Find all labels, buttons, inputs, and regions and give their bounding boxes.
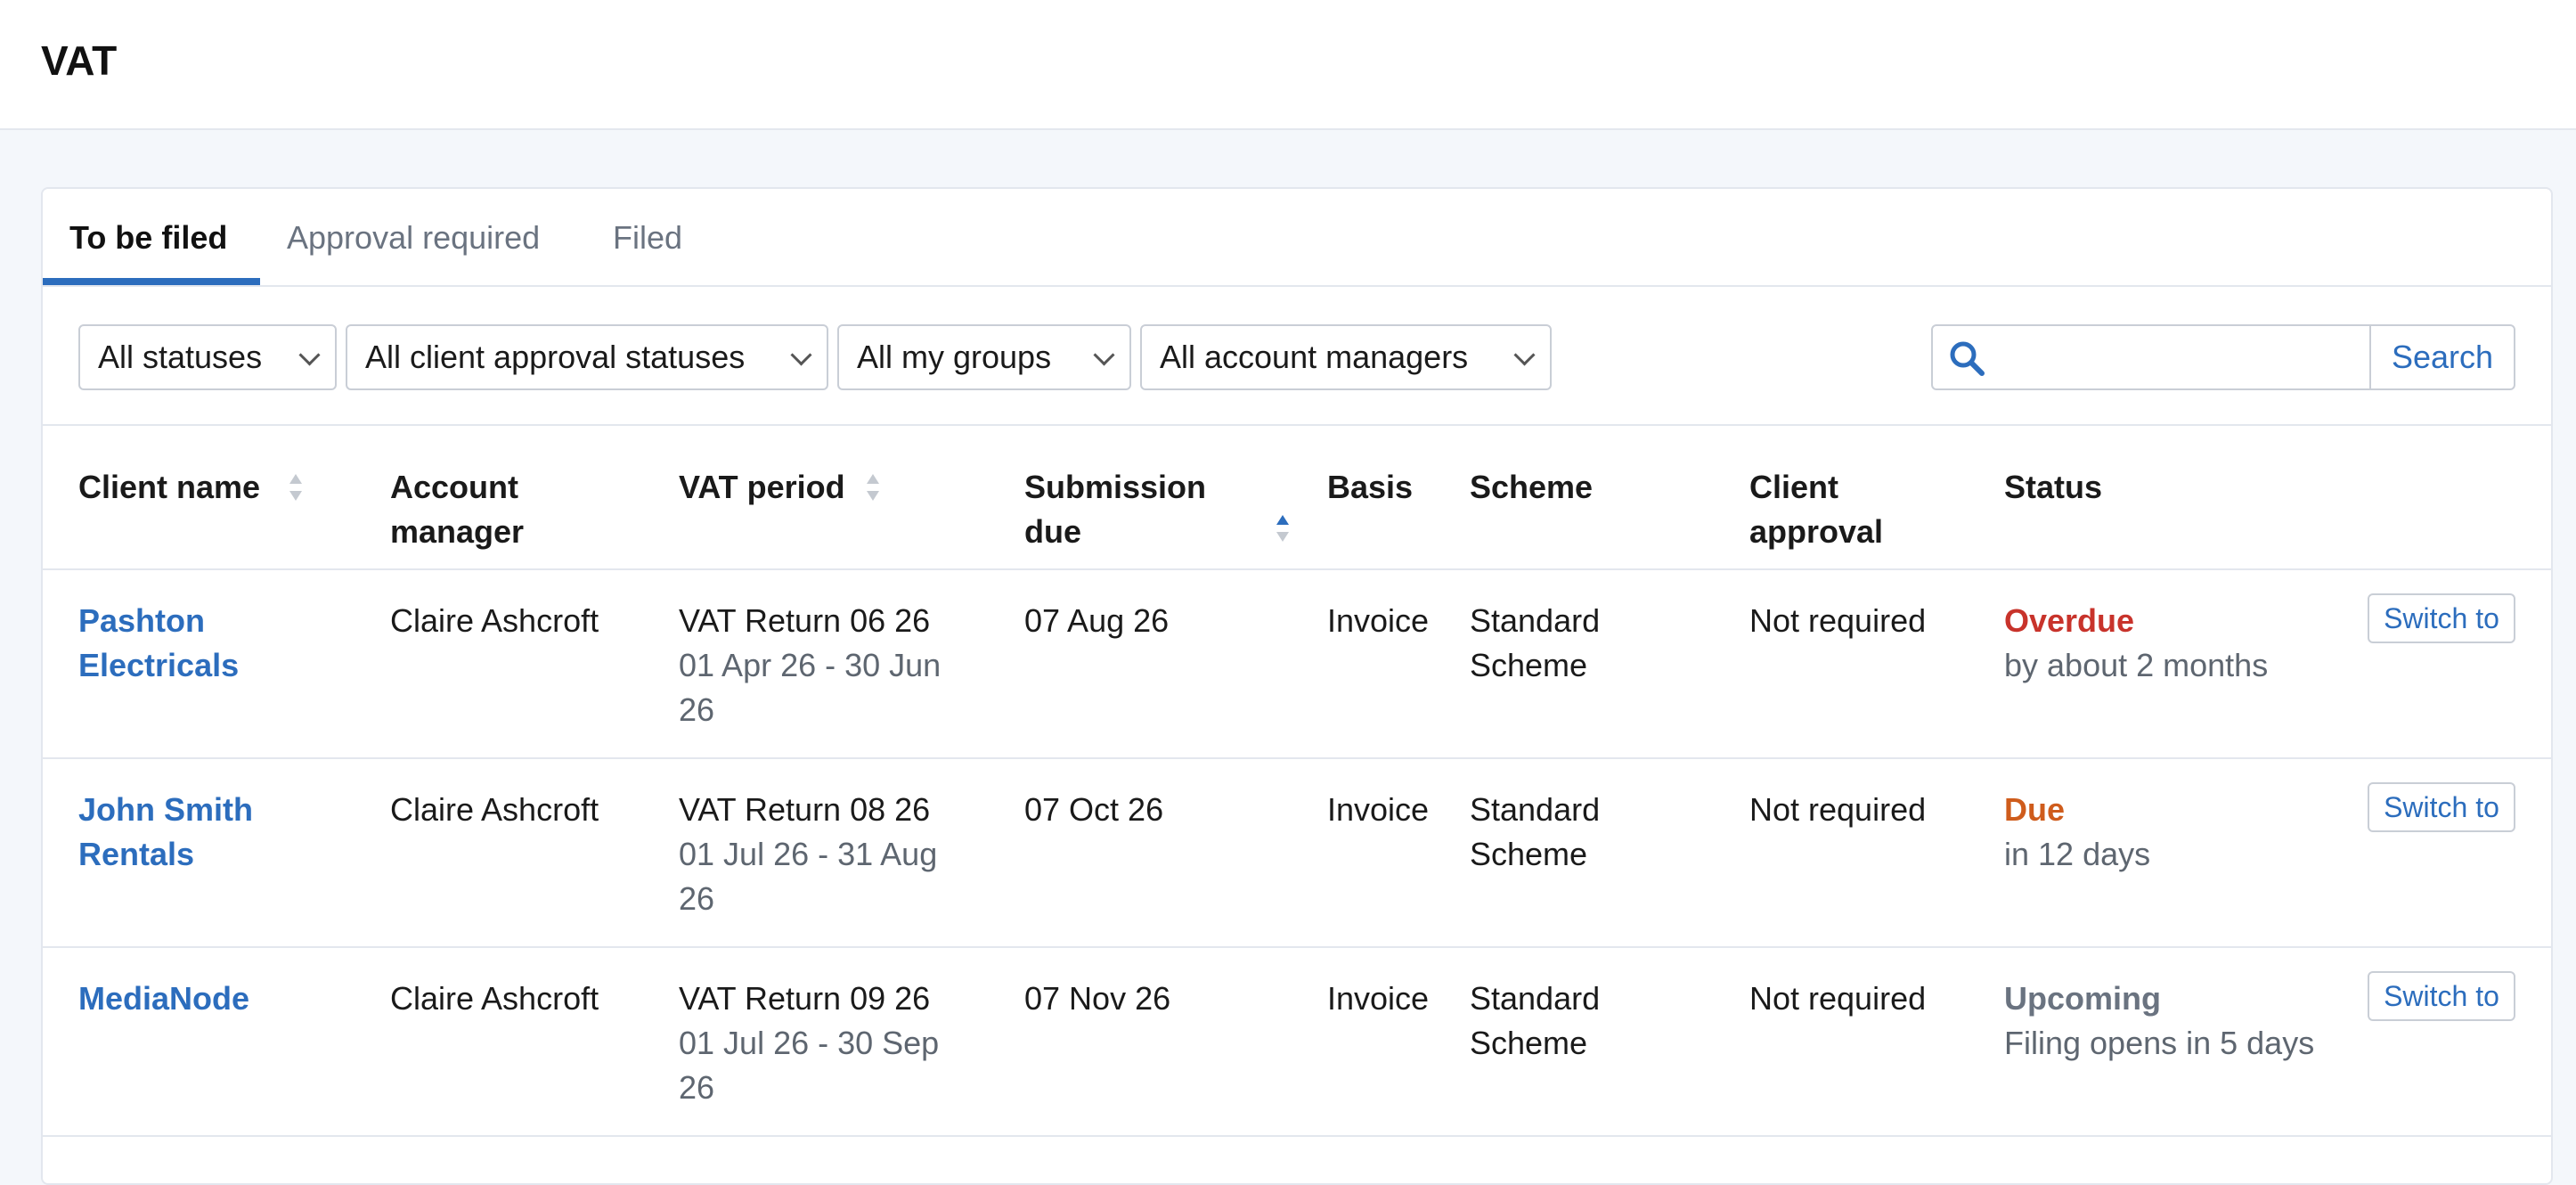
status-detail: in 12 days <box>2004 836 2151 872</box>
column-header-vat-period[interactable]: VAT period <box>679 465 845 510</box>
status-cell: Due in 12 days <box>2004 788 2343 877</box>
vat-period-range: 01 Apr 26 - 30 Jun 26 <box>679 647 942 728</box>
client-approval-cell: Not required <box>1749 602 1927 639</box>
table-row: John Smith Rentals Claire Ashcroft VAT R… <box>43 759 2551 948</box>
chevron-down-icon <box>1093 344 1115 366</box>
status-filter-value: All statuses <box>98 339 263 375</box>
vat-period-range: 01 Jul 26 - 30 Sep 26 <box>679 1025 940 1106</box>
chevron-down-icon <box>790 344 812 366</box>
client-approval-filter-select[interactable]: All client approval statuses <box>346 324 828 390</box>
client-approval-filter-value: All client approval statuses <box>365 339 746 375</box>
basis-cell: Invoice <box>1327 602 1430 639</box>
account-manager-cell: Claire Ashcroft <box>390 791 599 828</box>
chevron-down-icon <box>298 344 321 366</box>
status-label: Overdue <box>2004 602 2135 639</box>
status-label: Upcoming <box>2004 980 2161 1017</box>
submission-due-cell: 07 Nov 26 <box>1024 980 1171 1017</box>
submission-due-cell: 07 Oct 26 <box>1024 791 1164 828</box>
client-approval-cell: Not required <box>1749 791 1927 828</box>
groups-filter-value: All my groups <box>857 339 1052 375</box>
search-icon <box>1950 341 1985 376</box>
status-filter-select[interactable]: All statuses <box>78 324 337 390</box>
table-header: Client name Account manager VAT period S… <box>43 426 2551 570</box>
account-managers-filter-select[interactable]: All account managers <box>1140 324 1552 390</box>
status-cell: Upcoming Filing opens in 5 days <box>2004 977 2343 1066</box>
search-input[interactable] <box>1995 331 2364 385</box>
submission-due-cell: 07 Aug 26 <box>1024 602 1170 639</box>
switch-to-button[interactable]: Switch to <box>2368 593 2515 643</box>
client-approval-cell: Not required <box>1749 980 1927 1017</box>
column-header-client-name[interactable]: Client name <box>78 465 260 510</box>
account-managers-filter-value: All account managers <box>1160 339 1469 375</box>
tab-bar: To be filed Approval required Filed <box>43 189 2551 287</box>
column-header-submission-due[interactable]: Submission due <box>1024 465 1256 554</box>
column-header-account-manager: Account manager <box>390 469 525 550</box>
vat-period-cell: VAT Return 09 26 01 Jul 26 - 30 Sep 26 <box>679 977 982 1110</box>
chevron-down-icon <box>1513 344 1536 366</box>
tab-approval-required[interactable]: Approval required <box>287 216 540 260</box>
tab-filed[interactable]: Filed <box>613 216 682 260</box>
status-detail: Filing opens in 5 days <box>2004 1025 2315 1061</box>
page-header: VAT <box>0 0 2576 130</box>
basis-cell: Invoice <box>1327 980 1430 1017</box>
client-name-cell: John Smith Rentals <box>78 788 328 877</box>
vat-return-name: VAT Return 09 26 <box>679 980 931 1017</box>
switch-to-button[interactable]: Switch to <box>2368 971 2515 1021</box>
status-label: Due <box>2004 791 2066 828</box>
vat-period-cell: VAT Return 06 26 01 Apr 26 - 30 Jun 26 <box>679 599 982 732</box>
status-cell: Overdue by about 2 months <box>2004 599 2343 688</box>
switch-to-button[interactable]: Switch to <box>2368 782 2515 832</box>
column-header-status: Status <box>2004 469 2103 505</box>
sort-ascending-icon[interactable] <box>1276 513 1290 543</box>
client-link[interactable]: Pashton Electricals <box>78 602 239 683</box>
scheme-cell: Standard Scheme <box>1470 791 1601 872</box>
table-row: Pashton Electricals Claire Ashcroft VAT … <box>43 570 2551 759</box>
client-link[interactable]: MediaNode <box>78 980 249 1017</box>
status-detail: by about 2 months <box>2004 647 2269 683</box>
column-header-basis: Basis <box>1327 469 1414 505</box>
sort-icon[interactable] <box>866 472 880 503</box>
tab-to-be-filed[interactable]: To be filed <box>69 216 227 260</box>
client-link[interactable]: John Smith Rentals <box>78 791 253 872</box>
active-tab-indicator <box>43 278 260 285</box>
search-button[interactable]: Search <box>2369 326 2514 388</box>
search-box: Search <box>1931 324 2515 390</box>
vat-return-name: VAT Return 08 26 <box>679 791 931 828</box>
vat-period-range: 01 Jul 26 - 31 Aug 26 <box>679 836 938 917</box>
scheme-cell: Standard Scheme <box>1470 602 1601 683</box>
scheme-cell: Standard Scheme <box>1470 980 1601 1061</box>
table-row: MediaNode Claire Ashcroft VAT Return 09 … <box>43 948 2551 1137</box>
vat-panel: To be filed Approval required Filed All … <box>41 187 2553 1185</box>
column-header-scheme: Scheme <box>1470 469 1594 505</box>
account-manager-cell: Claire Ashcroft <box>390 602 599 639</box>
column-header-client-approval: Client approval <box>1749 469 1884 550</box>
page-title: VAT <box>41 37 118 84</box>
sort-icon[interactable] <box>289 472 303 503</box>
vat-return-name: VAT Return 06 26 <box>679 602 931 639</box>
client-name-cell: MediaNode <box>78 977 328 1021</box>
groups-filter-select[interactable]: All my groups <box>837 324 1131 390</box>
client-name-cell: Pashton Electricals <box>78 599 328 688</box>
account-manager-cell: Claire Ashcroft <box>390 980 599 1017</box>
filter-bar: All statuses All client approval statuse… <box>43 287 2551 426</box>
vat-period-cell: VAT Return 08 26 01 Jul 26 - 31 Aug 26 <box>679 788 982 921</box>
basis-cell: Invoice <box>1327 791 1430 828</box>
